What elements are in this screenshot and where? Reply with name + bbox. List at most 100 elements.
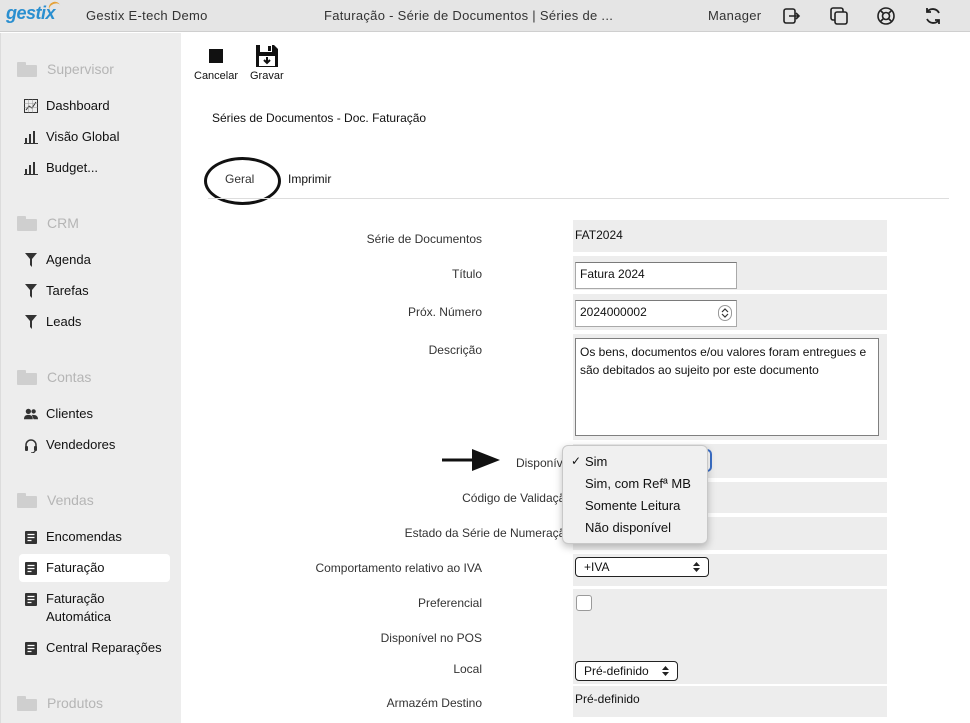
sidebar-section-label: Produtos	[47, 695, 104, 711]
sidebar-section-label: CRM	[47, 215, 79, 231]
sidebar-item-label: Leads	[46, 314, 82, 329]
sidebar-item-label: Encomendas	[46, 529, 122, 544]
pos-label: Disponível no POS	[380, 631, 482, 645]
armazem-label: Armazém Destino	[386, 696, 482, 710]
prox-numero-label: Próx. Número	[407, 305, 482, 319]
app-name: Gestix E-tech Demo	[86, 8, 208, 23]
document-icon	[24, 639, 38, 657]
document-icon	[24, 528, 38, 546]
sidebar-item-label: Agenda	[46, 252, 91, 267]
funnel-icon	[24, 282, 38, 300]
sidebar-item-faturacao-automatica[interactable]: Faturação Automática	[19, 585, 170, 631]
logo-swoosh-icon	[46, 0, 62, 13]
local-label: Local	[453, 662, 482, 676]
cancel-button[interactable]: Cancelar	[194, 42, 238, 82]
local-select[interactable]: Pré-definido	[575, 661, 678, 681]
sidebar-item-budget[interactable]: Budget...	[19, 154, 170, 182]
prox-numero-value: 2024000002	[580, 305, 647, 319]
sidebar-item-label: Visão Global	[46, 129, 120, 144]
local-select-value: Pré-definido	[584, 664, 649, 678]
user-name[interactable]: Manager	[708, 8, 761, 23]
iva-select-value: +IVA	[584, 560, 610, 574]
save-label: Gravar	[250, 70, 284, 82]
sidebar-item-central-reparacoes[interactable]: Central Reparações	[19, 634, 170, 662]
preferencial-checkbox[interactable]	[576, 595, 592, 611]
number-stepper-icon[interactable]	[718, 305, 732, 321]
bar-chart-icon	[24, 128, 38, 146]
serie-label: Série de Documentos	[366, 232, 482, 246]
annotation-arrow-icon	[442, 447, 500, 476]
folder-icon	[17, 215, 37, 231]
folder-icon	[17, 369, 37, 385]
descricao-textarea[interactable]: Os bens, documentos e/ou valores foram e…	[575, 338, 879, 436]
select-arrows-icon	[693, 562, 700, 572]
page-title: Séries de Documentos - Doc. Faturação	[212, 111, 427, 125]
sidebar-item-label: Clientes	[46, 406, 93, 421]
help-lifebuoy-icon[interactable]	[875, 5, 897, 27]
titulo-label: Título	[451, 267, 482, 281]
sidebar-section-supervisor[interactable]: Supervisor	[17, 61, 114, 77]
sidebar-item-label: Faturação	[46, 560, 105, 575]
armazem-value: Pré-definido	[575, 692, 640, 706]
dropdown-option-sim[interactable]: Sim	[585, 454, 607, 469]
sidebar-item-label: Central Reparações	[46, 640, 162, 655]
logout-icon[interactable]	[781, 5, 803, 27]
bar-chart-icon	[24, 159, 38, 177]
descricao-label: Descrição	[428, 343, 482, 357]
sidebar-section-crm[interactable]: CRM	[17, 215, 79, 231]
codigo-validacao-label: Código de Validação	[462, 491, 572, 505]
folder-icon	[17, 492, 37, 508]
window-title: Faturação - Série de Documentos | Séries…	[324, 8, 614, 23]
estado-serie-label: Estado da Série de Numeração	[404, 526, 572, 540]
sidebar-section-vendas[interactable]: Vendas	[17, 492, 94, 508]
funnel-icon	[24, 251, 38, 269]
tab-imprimir[interactable]: Imprimir	[288, 172, 331, 186]
form-geral: Série de Documentos FAT2024 Título Fatur…	[208, 220, 888, 723]
dashboard-icon	[24, 97, 38, 115]
sidebar-item-clientes[interactable]: Clientes	[19, 400, 170, 428]
headset-icon	[24, 436, 38, 454]
refresh-icon[interactable]	[922, 5, 944, 27]
document-icon	[24, 559, 38, 577]
sidebar: Supervisor Dashboard Visão Global Budget…	[0, 33, 181, 723]
preferencial-label: Preferencial	[417, 596, 482, 610]
sidebar-item-visao-global[interactable]: Visão Global	[19, 123, 170, 151]
sidebar-item-label: Budget...	[46, 160, 99, 175]
sidebar-item-dashboard[interactable]: Dashboard	[19, 92, 170, 120]
sidebar-item-leads[interactable]: Leads	[19, 308, 170, 336]
sidebar-item-label: Faturação Automática	[46, 591, 112, 624]
titulo-input[interactable]: Fatura 2024	[575, 262, 737, 289]
sidebar-section-label: Contas	[47, 369, 92, 385]
dropdown-option-sim-ref-mb[interactable]: Sim, com Refª MB	[585, 476, 691, 491]
dropdown-option-nao-disponivel[interactable]: Não disponível	[585, 520, 671, 535]
save-button[interactable]: Gravar	[250, 42, 284, 82]
form-cell	[573, 619, 887, 654]
iva-select[interactable]: +IVA	[575, 557, 709, 577]
top-bar: gestix Gestix E-tech Demo Faturação - Sé…	[0, 0, 970, 32]
sidebar-item-label: Dashboard	[46, 98, 110, 113]
sidebar-item-faturacao[interactable]: Faturação	[19, 554, 170, 582]
sidebar-section-produtos[interactable]: Produtos	[17, 695, 103, 711]
folder-icon	[17, 61, 37, 77]
form-cell	[573, 589, 887, 623]
prox-numero-input[interactable]: 2024000002	[575, 300, 737, 327]
tab-divider	[208, 198, 949, 199]
funnel-icon	[24, 313, 38, 331]
dropdown-option-somente-leitura[interactable]: Somente Leitura	[585, 498, 680, 513]
windows-icon[interactable]	[828, 5, 850, 27]
sidebar-item-vendedores[interactable]: Vendedores	[19, 431, 170, 459]
disponivel-dropdown-menu: ✓ Sim Sim, com Refª MB Somente Leitura N…	[562, 445, 708, 544]
stop-icon	[209, 42, 224, 70]
sidebar-item-encomendas[interactable]: Encomendas	[19, 523, 170, 551]
sidebar-section-label: Supervisor	[47, 61, 114, 77]
sidebar-item-label: Vendedores	[46, 437, 116, 452]
sidebar-section-label: Vendas	[47, 492, 94, 508]
iva-label: Comportamento relativo ao IVA	[315, 561, 482, 575]
checkmark-icon: ✓	[571, 454, 582, 468]
sidebar-item-agenda[interactable]: Agenda	[19, 246, 170, 274]
sidebar-item-tarefas[interactable]: Tarefas	[19, 277, 170, 305]
serie-value: FAT2024	[575, 228, 623, 242]
select-arrows-icon	[662, 666, 669, 676]
save-disk-icon	[255, 42, 279, 70]
sidebar-section-contas[interactable]: Contas	[17, 369, 91, 385]
